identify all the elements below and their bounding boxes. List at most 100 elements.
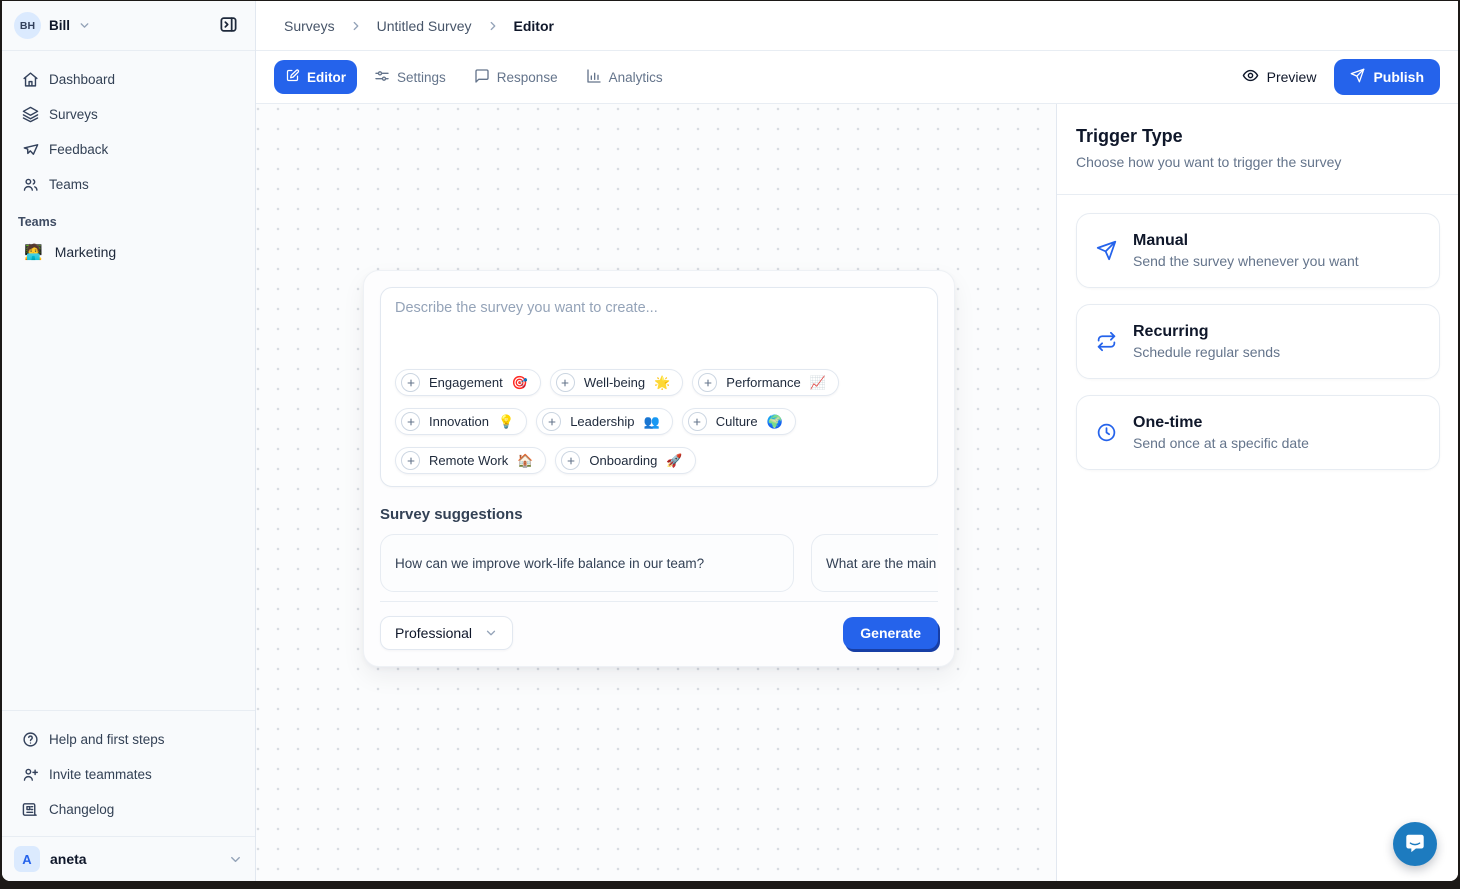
trigger-title: Recurring bbox=[1133, 323, 1280, 341]
tab-label: Editor bbox=[307, 70, 346, 85]
sidebar-item-label: Dashboard bbox=[49, 72, 115, 87]
app-window: BH Bill Dashboard bbox=[2, 1, 1458, 881]
plus-icon bbox=[401, 451, 420, 470]
sidebar-item-surveys[interactable]: Surveys bbox=[14, 98, 243, 131]
chart-emoji-icon: 📈 bbox=[810, 375, 826, 391]
topic-chip-remote-work[interactable]: Remote Work 🏠 bbox=[395, 447, 546, 474]
megaphone-icon bbox=[22, 141, 39, 158]
breadcrumb-editor: Editor bbox=[514, 18, 554, 34]
survey-prompt-box: Engagement 🎯 Well-being 🌟 Performance bbox=[380, 287, 938, 487]
chevron-down-icon bbox=[228, 852, 243, 867]
topic-chip-onboarding[interactable]: Onboarding 🚀 bbox=[555, 447, 695, 474]
sliders-icon bbox=[374, 68, 390, 87]
suggestions-title: Survey suggestions bbox=[380, 506, 938, 523]
topic-label: Onboarding bbox=[589, 453, 657, 468]
user-name[interactable]: Bill bbox=[49, 18, 70, 33]
panel-body: Manual Send the survey whenever you want… bbox=[1057, 195, 1458, 470]
trigger-option-one-time[interactable]: One-time Send once at a specific date bbox=[1076, 395, 1440, 470]
topic-chip-engagement[interactable]: Engagement 🎯 bbox=[395, 369, 541, 396]
tab-analytics[interactable]: Analytics bbox=[575, 60, 674, 95]
publish-label: Publish bbox=[1373, 69, 1424, 85]
sidebar-item-label: Invite teammates bbox=[49, 767, 152, 782]
panel-collapse-icon bbox=[219, 15, 238, 37]
layers-icon bbox=[22, 106, 39, 123]
chat-bubble-icon bbox=[1404, 832, 1426, 857]
sidebar-item-dashboard[interactable]: Dashboard bbox=[14, 63, 243, 96]
sidebar-item-invite[interactable]: Invite teammates bbox=[14, 758, 243, 791]
survey-creator-card: Engagement 🎯 Well-being 🌟 Performance bbox=[363, 270, 955, 667]
panel-subtitle: Choose how you want to trigger the surve… bbox=[1076, 154, 1438, 170]
sidebar-item-label: Help and first steps bbox=[49, 732, 165, 747]
plus-icon bbox=[401, 412, 420, 431]
eye-icon bbox=[1242, 67, 1259, 87]
breadcrumb-untitled-survey[interactable]: Untitled Survey bbox=[377, 18, 472, 34]
trigger-option-recurring[interactable]: Recurring Schedule regular sends bbox=[1076, 304, 1440, 379]
survey-description-input[interactable] bbox=[395, 300, 923, 369]
tab-settings[interactable]: Settings bbox=[363, 60, 457, 95]
topic-label: Culture bbox=[716, 414, 758, 429]
sidebar-item-teams[interactable]: Teams bbox=[14, 168, 243, 201]
sidebar-item-changelog[interactable]: Changelog bbox=[14, 793, 243, 826]
generate-button[interactable]: Generate bbox=[843, 617, 938, 649]
workspace-name: aneta bbox=[50, 851, 218, 867]
sidebar-item-help[interactable]: Help and first steps bbox=[14, 723, 243, 756]
topic-label: Remote Work bbox=[429, 453, 508, 468]
tone-selected-value: Professional bbox=[395, 625, 472, 641]
sidebar-item-feedback[interactable]: Feedback bbox=[14, 133, 243, 166]
creator-footer: Professional Generate bbox=[380, 601, 938, 650]
pencil-square-icon bbox=[285, 68, 300, 86]
newspaper-icon bbox=[22, 801, 39, 818]
topic-chip-performance[interactable]: Performance 📈 bbox=[692, 369, 839, 396]
chat-launcher-button[interactable] bbox=[1393, 822, 1437, 866]
tone-select[interactable]: Professional bbox=[380, 616, 513, 650]
sidebar-item-label: Surveys bbox=[49, 107, 98, 122]
plus-icon bbox=[401, 373, 420, 392]
send-icon bbox=[1350, 68, 1365, 86]
chevron-right-icon bbox=[486, 19, 500, 33]
topic-label: Engagement bbox=[429, 375, 503, 390]
preview-button[interactable]: Preview bbox=[1230, 59, 1329, 95]
plus-icon bbox=[561, 451, 580, 470]
topic-chip-leadership[interactable]: Leadership 👥 bbox=[536, 408, 673, 435]
editor-canvas[interactable]: Engagement 🎯 Well-being 🌟 Performance bbox=[256, 104, 1056, 881]
breadcrumb-surveys[interactable]: Surveys bbox=[284, 18, 335, 34]
chevron-down-icon bbox=[484, 626, 498, 640]
plus-icon bbox=[698, 373, 717, 392]
collapse-sidebar-button[interactable] bbox=[213, 11, 243, 41]
topic-chip-well-being[interactable]: Well-being 🌟 bbox=[550, 369, 683, 396]
topic-chip-culture[interactable]: Culture 🌍 bbox=[682, 408, 796, 435]
tab-editor[interactable]: Editor bbox=[274, 60, 357, 94]
trigger-type-panel: Trigger Type Choose how you want to trig… bbox=[1056, 104, 1458, 881]
plus-icon bbox=[688, 412, 707, 431]
send-icon bbox=[1095, 240, 1117, 261]
trigger-option-manual[interactable]: Manual Send the survey whenever you want bbox=[1076, 213, 1440, 288]
sidebar: BH Bill Dashboard bbox=[2, 1, 256, 881]
topic-label: Well-being bbox=[584, 375, 645, 390]
publish-button[interactable]: Publish bbox=[1334, 59, 1440, 95]
message-square-icon bbox=[474, 68, 490, 87]
trigger-description: Send once at a specific date bbox=[1133, 435, 1309, 451]
user-avatar[interactable]: BH bbox=[14, 12, 41, 39]
topic-label: Performance bbox=[726, 375, 800, 390]
sidebar-team-marketing[interactable]: 🧑‍💻 Marketing bbox=[14, 235, 243, 269]
tab-label: Analytics bbox=[609, 70, 663, 85]
suggestion-card[interactable]: How can we improve work-life balance in … bbox=[380, 534, 794, 592]
panel-title: Trigger Type bbox=[1076, 126, 1438, 147]
trigger-description: Send the survey whenever you want bbox=[1133, 253, 1359, 269]
chevron-down-icon[interactable] bbox=[78, 19, 91, 32]
suggestion-card[interactable]: What are the main ob bbox=[811, 534, 938, 592]
dart-emoji-icon: 🎯 bbox=[512, 375, 528, 391]
workspace-switcher[interactable]: A aneta bbox=[2, 836, 255, 881]
sidebar-header: BH Bill bbox=[2, 1, 255, 51]
bulb-emoji-icon: 💡 bbox=[498, 414, 514, 430]
chevron-right-icon bbox=[349, 19, 363, 33]
topic-chip-innovation[interactable]: Innovation 💡 bbox=[395, 408, 527, 435]
tab-label: Settings bbox=[397, 70, 446, 85]
trigger-description: Schedule regular sends bbox=[1133, 344, 1280, 360]
rocket-emoji-icon: 🚀 bbox=[666, 453, 682, 469]
users-icon bbox=[22, 176, 39, 193]
tab-response[interactable]: Response bbox=[463, 60, 569, 95]
preview-label: Preview bbox=[1267, 69, 1317, 85]
busts-emoji-icon: 👥 bbox=[644, 414, 660, 430]
globe-emoji-icon: 🌍 bbox=[767, 414, 783, 430]
